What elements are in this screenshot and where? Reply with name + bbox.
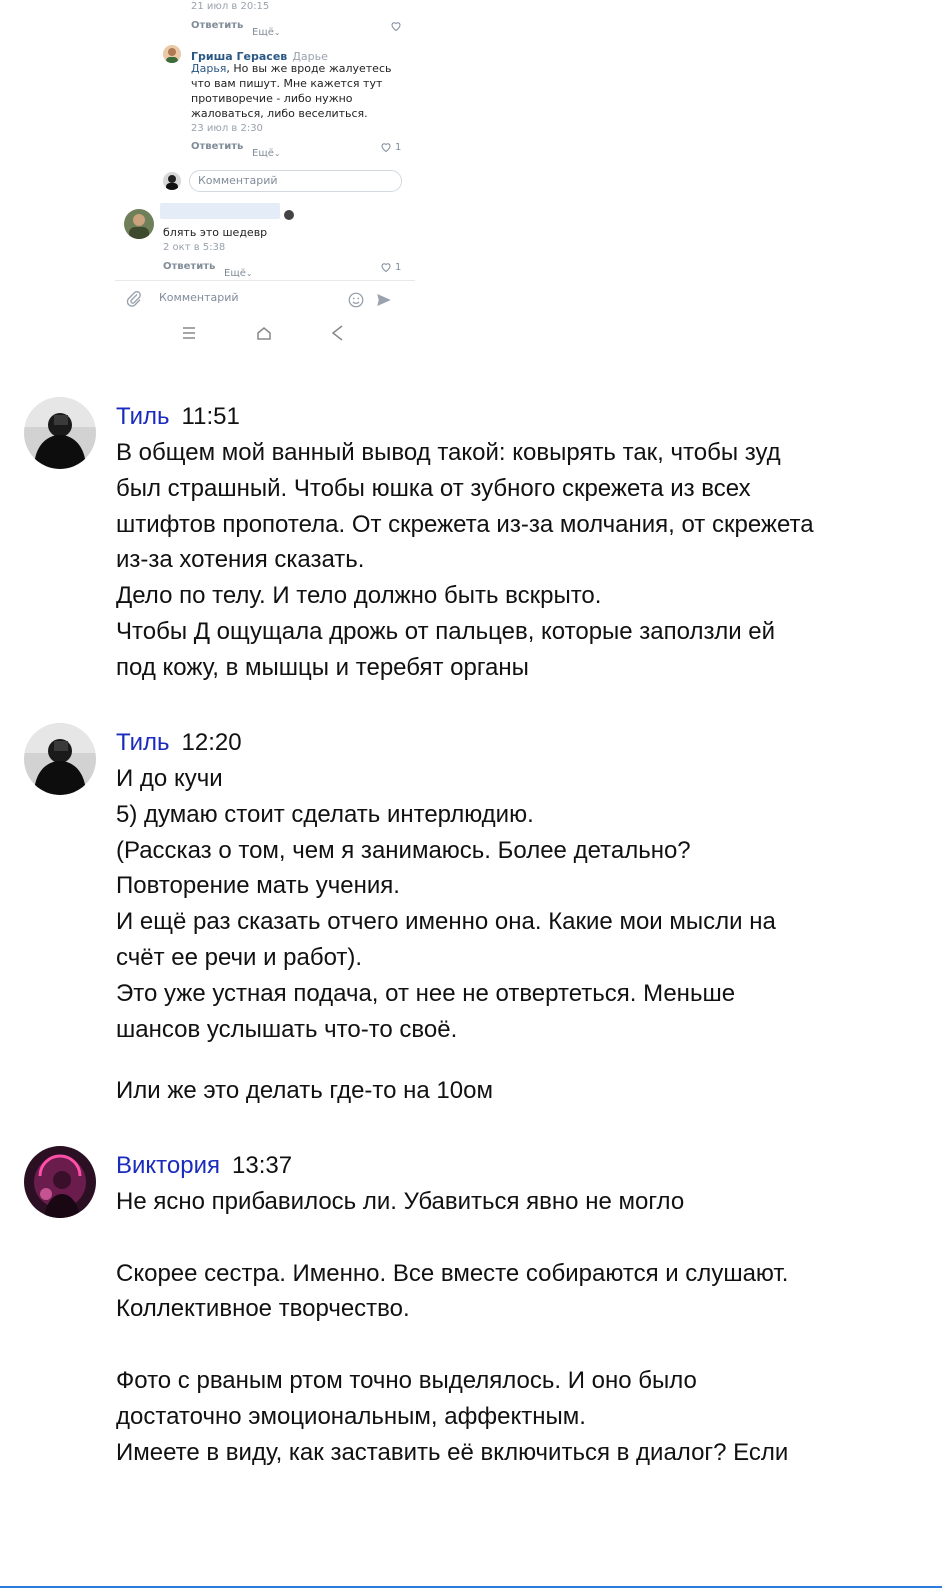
more-label: Ещё <box>252 27 274 38</box>
heart-icon <box>381 143 391 153</box>
heart-icon <box>381 263 391 273</box>
divider <box>115 280 415 281</box>
more-button[interactable]: Ещё⌄ <box>224 261 253 280</box>
avatar[interactable] <box>24 1146 96 1218</box>
text-line: штифтов пропотела. От скрежета из-за мол… <box>116 510 814 538</box>
text-line: Повторение мать учения. <box>116 872 400 900</box>
comment-text: Дарья, Но вы же вроде жалуетесь что вам … <box>191 61 406 121</box>
embedded-screenshot: 21 июл в 20:15 Ответить Ещё⌄ Гриша Герас… <box>115 0 415 350</box>
sender-name[interactable]: Тиль <box>116 729 170 756</box>
text-line: Дело по телу. И тело должно быть вскрыто… <box>116 582 602 610</box>
more-label: Ещё <box>224 268 246 279</box>
text-line: И ещё раз сказать отчего именно она. Как… <box>116 908 776 936</box>
message-header: Виктория 13:37 <box>116 1150 292 1182</box>
comment-input[interactable]: Комментарий <box>159 291 239 304</box>
blurred-author-name[interactable] <box>160 203 280 219</box>
text-line: достаточно эмоциональным, аффектным. <box>116 1402 586 1430</box>
message-time: 12:20 <box>181 729 242 756</box>
like-count: 1 <box>395 261 402 273</box>
sender-name[interactable]: Виктория <box>116 1152 220 1179</box>
chevron-down-icon: ⌄ <box>273 28 281 37</box>
message-time: 11:51 <box>181 403 240 430</box>
text-line: Не ясно прибавилось ли. Убавиться явно н… <box>116 1188 685 1215</box>
comment-date: 2 окт в 5:38 <box>163 242 226 253</box>
like-count: 1 <box>395 141 402 153</box>
heart-icon[interactable] <box>390 20 402 32</box>
text-line: из-за хотения сказать. <box>116 546 365 574</box>
text-line: Имеете в виду, как заставить её включить… <box>116 1438 789 1466</box>
text-line: Скорее сестра. Именно. Все вместе собира… <box>116 1259 789 1287</box>
emoji-icon[interactable] <box>347 291 365 309</box>
text-line: Фото с рваным ртом точно выделялось. И о… <box>116 1366 697 1394</box>
like-button[interactable]: 1 <box>380 261 401 273</box>
sticker-icon <box>284 210 294 220</box>
menu-icon[interactable] <box>179 323 199 343</box>
chevron-down-icon: ⌄ <box>245 269 253 278</box>
text-line: шансов услышать что-то своё. <box>116 1015 458 1043</box>
message-header: Тиль 11:51 <box>116 401 240 433</box>
text-line: под кожу, в мышцы и теребят органы <box>116 653 529 681</box>
home-icon[interactable] <box>254 323 274 343</box>
paperclip-icon[interactable] <box>125 290 143 308</box>
text-line: Или же это делать где-то на 10ом <box>116 1077 493 1105</box>
message-time: 13:37 <box>232 1152 293 1179</box>
more-button[interactable]: Ещё⌄ <box>252 141 281 160</box>
like-button[interactable]: 1 <box>380 141 401 153</box>
avatar[interactable] <box>24 397 96 469</box>
avatar[interactable] <box>124 209 154 239</box>
mention-link[interactable]: Дарья <box>191 62 226 75</box>
comment-date: 21 июл в 20:15 <box>191 1 270 12</box>
text-line: И до кучи <box>116 765 223 792</box>
text-line: Это уже устная подача, от нее не отверте… <box>116 979 736 1007</box>
sender-name[interactable]: Тиль <box>116 403 170 430</box>
message-text: Не ясно прибавилось ли. Убавиться явно н… <box>116 1184 906 1470</box>
avatar <box>163 172 181 190</box>
message-header: Тиль 12:20 <box>116 727 242 759</box>
comment-date: 23 июл в 2:30 <box>191 123 263 134</box>
reply-comment-input[interactable]: Комментарий <box>189 170 402 192</box>
reply-button[interactable]: Ответить <box>163 261 215 272</box>
chevron-down-icon: ⌄ <box>273 149 281 158</box>
message-text: В общем мой ванный вывод такой: ковырять… <box>116 435 906 686</box>
text-line: В общем мой ванный вывод такой: ковырять… <box>116 439 781 466</box>
text-line: (Рассказ о том, чем я занимаюсь. Более д… <box>116 836 691 864</box>
text-line: счёт ее речи и работ). <box>116 943 363 971</box>
reply-button[interactable]: Ответить <box>191 20 243 31</box>
avatar[interactable] <box>24 723 96 795</box>
more-button[interactable]: Ещё⌄ <box>252 20 281 39</box>
more-label: Ещё <box>252 148 274 159</box>
send-icon[interactable] <box>375 291 393 309</box>
text-line: 5) думаю стоит сделать интерлюдию. <box>116 800 534 828</box>
text-line: был страшный. Чтобы юшка от зубного скре… <box>116 474 751 502</box>
comment-text: блять это шедевр <box>163 226 268 239</box>
message-text: И до кучи 5) думаю стоит сделать интерлю… <box>116 761 906 1109</box>
avatar[interactable] <box>163 45 181 63</box>
text-line: Коллективное творчество. <box>116 1295 410 1323</box>
reply-button[interactable]: Ответить <box>191 141 243 152</box>
text-line: Чтобы Д ощущала дрожь от пальцев, которы… <box>116 617 776 645</box>
back-icon[interactable] <box>328 323 348 343</box>
